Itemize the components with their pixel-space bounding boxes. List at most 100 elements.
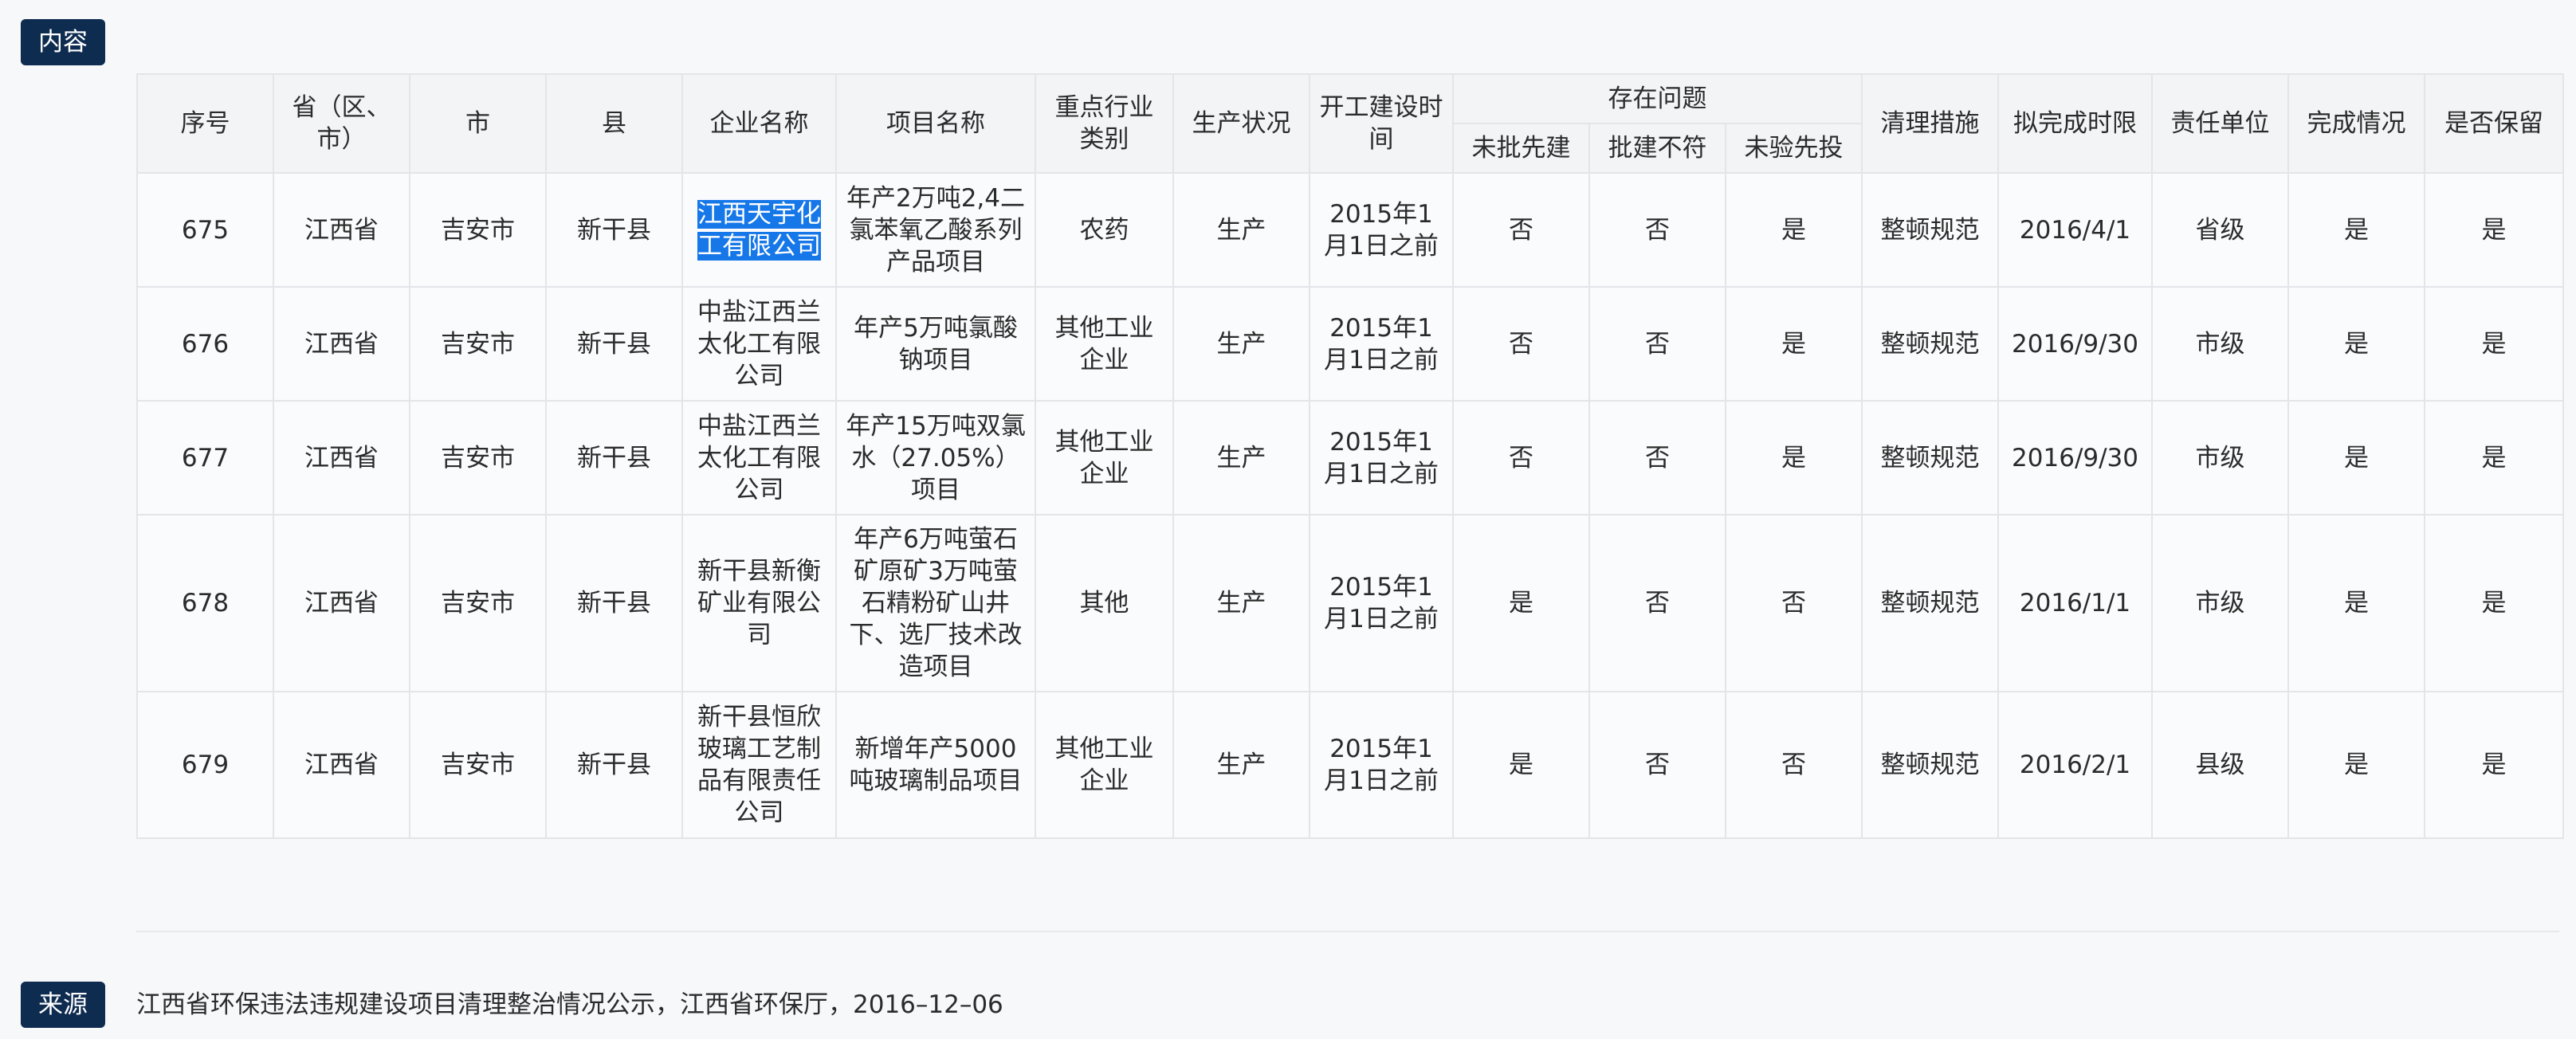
cell-industry: 其他工业企业 — [1035, 286, 1174, 402]
cell-start-time: 2015年1月1日之前 — [1309, 400, 1454, 516]
table-row: 675 江西省 吉安市 新干县 江西天宇化工有限公司 年产2万吨2,4二氯苯氧乙… — [136, 172, 2565, 288]
header-production: 生产状况 — [1172, 73, 1310, 174]
header-deadline: 拟完成时限 — [1997, 73, 2154, 174]
cell-city: 吉安市 — [409, 514, 547, 692]
table-row: 678 江西省 吉安市 新干县 新干县新衡矿业有限公司 年产6万吨萤石矿原矿3万… — [136, 514, 2565, 692]
cell-company[interactable]: 江西天宇化工有限公司 — [681, 172, 837, 288]
cell-retain: 是 — [2424, 691, 2565, 839]
source-tag: 来源 — [21, 982, 105, 1028]
cell-city: 吉安市 — [409, 691, 547, 839]
header-issue-unaccepted: 未验先投 — [1724, 123, 1863, 174]
cell-measure: 整顿规范 — [1861, 514, 2000, 692]
cell-deadline: 2016/9/30 — [1997, 286, 2154, 402]
cell-measure: 整顿规范 — [1861, 400, 2000, 516]
cell-responsible: 省级 — [2151, 172, 2290, 288]
header-issues-group: 存在问题 — [1451, 73, 1863, 124]
cell-production: 生产 — [1172, 172, 1310, 288]
cell-completion: 是 — [2287, 286, 2426, 402]
cell-unapproved: 否 — [1452, 286, 1590, 402]
cell-production: 生产 — [1172, 514, 1310, 692]
cell-project: 年产15万吨双氯水（27.05%）项目 — [835, 400, 1036, 516]
cell-company: 新干县恒欣玻璃工艺制品有限责任公司 — [681, 691, 837, 839]
header-project: 项目名称 — [835, 73, 1036, 174]
cell-city: 吉安市 — [409, 172, 547, 288]
cell-completion: 是 — [2287, 514, 2426, 692]
cell-responsible: 市级 — [2151, 286, 2290, 402]
cell-completion: 是 — [2287, 400, 2426, 516]
cell-seq: 679 — [136, 691, 274, 839]
cell-seq: 678 — [136, 514, 274, 692]
cell-county: 新干县 — [545, 400, 683, 516]
cell-unaccepted: 是 — [1724, 172, 1863, 288]
table-row: 677 江西省 吉安市 新干县 中盐江西兰太化工有限公司 年产15万吨双氯水（2… — [136, 400, 2565, 516]
cell-unapproved: 是 — [1452, 691, 1590, 839]
cell-seq: 675 — [136, 172, 274, 288]
cell-production: 生产 — [1172, 691, 1310, 839]
header-company: 企业名称 — [681, 73, 837, 174]
cell-province: 江西省 — [273, 400, 410, 516]
cell-mismatch: 否 — [1588, 400, 1726, 516]
header-responsible: 责任单位 — [2151, 73, 2290, 174]
cell-seq: 677 — [136, 400, 274, 516]
cell-measure: 整顿规范 — [1861, 172, 2000, 288]
cell-retain: 是 — [2424, 172, 2565, 288]
cell-project: 年产5万吨氯酸钠项目 — [835, 286, 1036, 402]
header-province: 省（区、市） — [273, 73, 410, 174]
cell-deadline: 2016/2/1 — [1997, 691, 2154, 839]
cell-measure: 整顿规范 — [1861, 286, 2000, 402]
cell-retain: 是 — [2424, 514, 2565, 692]
header-industry: 重点行业类别 — [1035, 73, 1174, 174]
cell-mismatch: 否 — [1588, 514, 1726, 692]
cell-seq: 676 — [136, 286, 274, 402]
cell-province: 江西省 — [273, 691, 410, 839]
table-row: 679 江西省 吉安市 新干县 新干县恒欣玻璃工艺制品有限责任公司 新增年产50… — [136, 691, 2565, 839]
cell-county: 新干县 — [545, 286, 683, 402]
header-retain: 是否保留 — [2424, 73, 2565, 174]
content-tag: 内容 — [21, 19, 105, 65]
cell-mismatch: 否 — [1588, 286, 1726, 402]
header-completion: 完成情况 — [2287, 73, 2426, 174]
cell-start-time: 2015年1月1日之前 — [1309, 286, 1454, 402]
cell-province: 江西省 — [273, 286, 410, 402]
cell-deadline: 2016/4/1 — [1997, 172, 2154, 288]
header-county: 县 — [545, 73, 683, 174]
cell-county: 新干县 — [545, 691, 683, 839]
cell-industry: 其他 — [1035, 514, 1174, 692]
cell-retain: 是 — [2424, 400, 2565, 516]
cell-province: 江西省 — [273, 514, 410, 692]
project-table: 序号 省（区、市） 市 县 企业名称 项目名称 重点行业类别 生产状况 开工建设… — [136, 73, 2565, 839]
header-start-time: 开工建设时间 — [1309, 73, 1454, 174]
cell-start-time: 2015年1月1日之前 — [1309, 172, 1454, 288]
cell-company: 中盐江西兰太化工有限公司 — [681, 400, 837, 516]
header-issue-mismatch: 批建不符 — [1588, 123, 1726, 174]
cell-unaccepted: 否 — [1724, 691, 1863, 839]
cell-completion: 是 — [2287, 691, 2426, 839]
cell-deadline: 2016/1/1 — [1997, 514, 2154, 692]
source-text: 江西省环保违法违规建设项目清理整治情况公示，江西省环保厅，2016–12–06 — [136, 990, 1003, 1019]
cell-project: 年产2万吨2,4二氯苯氧乙酸系列产品项目 — [835, 172, 1036, 288]
header-issue-unapproved: 未批先建 — [1452, 123, 1590, 174]
cell-start-time: 2015年1月1日之前 — [1309, 514, 1454, 692]
cell-responsible: 市级 — [2151, 514, 2290, 692]
cell-unaccepted: 是 — [1724, 400, 1863, 516]
cell-start-time: 2015年1月1日之前 — [1309, 691, 1454, 839]
cell-industry: 其他工业企业 — [1035, 691, 1174, 839]
section-divider — [136, 931, 2559, 932]
cell-city: 吉安市 — [409, 400, 547, 516]
cell-unapproved: 否 — [1452, 400, 1590, 516]
cell-project: 新增年产5000吨玻璃制品项目 — [835, 691, 1036, 839]
cell-industry: 其他工业企业 — [1035, 400, 1174, 516]
cell-unapproved: 否 — [1452, 172, 1590, 288]
cell-retain: 是 — [2424, 286, 2565, 402]
cell-province: 江西省 — [273, 172, 410, 288]
header-measure: 清理措施 — [1861, 73, 2000, 174]
cell-county: 新干县 — [545, 172, 683, 288]
cell-measure: 整顿规范 — [1861, 691, 2000, 839]
selected-company-text[interactable]: 江西天宇化工有限公司 — [697, 199, 821, 261]
cell-company: 新干县新衡矿业有限公司 — [681, 514, 837, 692]
cell-mismatch: 否 — [1588, 691, 1726, 839]
cell-responsible: 市级 — [2151, 400, 2290, 516]
cell-mismatch: 否 — [1588, 172, 1726, 288]
cell-production: 生产 — [1172, 400, 1310, 516]
table-row: 676 江西省 吉安市 新干县 中盐江西兰太化工有限公司 年产5万吨氯酸钠项目 … — [136, 286, 2565, 402]
